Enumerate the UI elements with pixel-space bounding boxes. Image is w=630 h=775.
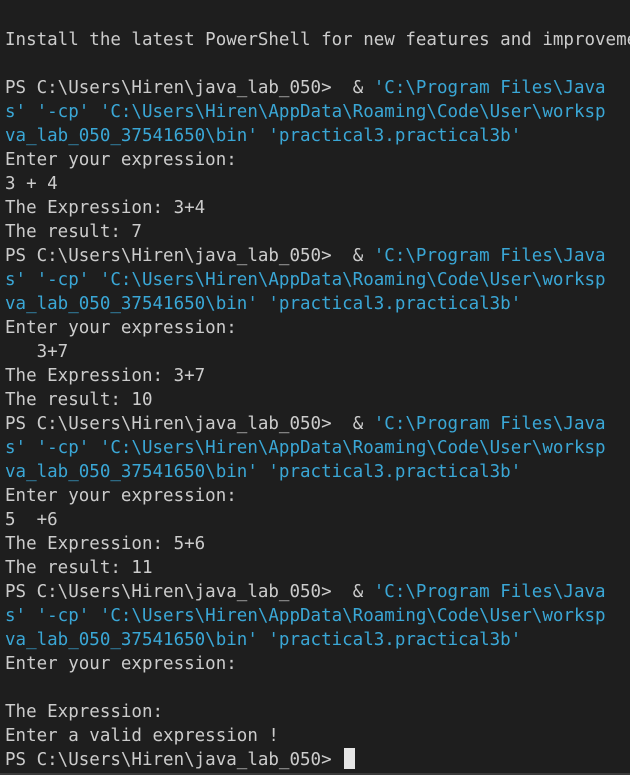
terminal-line-command-args: s' '-cp' 'C:\Users\Hiren\AppData\Roaming… [5,268,630,292]
terminal-line: Enter your expression: [5,654,237,674]
command-args: s' '-cp' 'C:\Users\Hiren\AppData\Roaming… [5,270,606,290]
terminal-line-command-args: va_lab_050_37541650\bin' 'practical3.pra… [5,628,630,652]
command-path: 'C:\Program Files\Java [373,582,606,602]
command-args: va_lab_050_37541650\bin' 'practical3.pra… [5,462,522,482]
terminal-line: The Expression: 3+7 [5,366,206,386]
terminal-line: Enter your expression: [5,150,237,170]
terminal-line: The Expression: 3+4 [5,198,206,218]
terminal-line: 5 +6 [5,510,58,530]
command-path: 'C:\Program Files\Java [373,246,606,266]
command-args: va_lab_050_37541650\bin' 'practical3.pra… [5,126,522,146]
command-path: 'C:\Program Files\Java [373,414,606,434]
terminal-line: Enter a valid expression ! [5,726,279,746]
text-cursor[interactable] [344,748,356,769]
command-path: 'C:\Program Files\Java [373,78,606,98]
terminal-line-command: PS C:\Users\Hiren\java_lab_050> & 'C:\Pr… [5,76,630,100]
shell-prompt: PS C:\Users\Hiren\java_lab_050> [5,750,343,770]
terminal-line: The result: 7 [5,222,142,242]
shell-prompt: PS C:\Users\Hiren\java_lab_050> [5,78,343,98]
terminal-line: The result: 11 [5,558,153,578]
call-operator: & [342,78,374,98]
call-operator: & [342,414,374,434]
terminal-line: Install the latest PowerShell for new fe… [5,30,630,50]
terminal-output: Install the latest PowerShell for new fe… [5,28,630,772]
terminal-line: 3 + 4 [5,174,58,194]
terminal-line-command-args: va_lab_050_37541650\bin' 'practical3.pra… [5,292,630,316]
terminal-line-command-args: va_lab_050_37541650\bin' 'practical3.pra… [5,460,630,484]
terminal-line: Enter your expression: [5,318,237,338]
terminal-line-command: PS C:\Users\Hiren\java_lab_050> & 'C:\Pr… [5,580,630,604]
terminal-line-command-args: s' '-cp' 'C:\Users\Hiren\AppData\Roaming… [5,436,630,460]
terminal-line-command: PS C:\Users\Hiren\java_lab_050> & 'C:\Pr… [5,412,630,436]
terminal-line-command: PS C:\Users\Hiren\java_lab_050> & 'C:\Pr… [5,244,630,268]
command-args: va_lab_050_37541650\bin' 'practical3.pra… [5,294,522,314]
terminal-line-command-args: va_lab_050_37541650\bin' 'practical3.pra… [5,124,630,148]
command-args: s' '-cp' 'C:\Users\Hiren\AppData\Roaming… [5,438,606,458]
shell-prompt: PS C:\Users\Hiren\java_lab_050> [5,582,343,602]
command-args: s' '-cp' 'C:\Users\Hiren\AppData\Roaming… [5,606,606,626]
call-operator: & [342,582,374,602]
terminal-input-line: PS C:\Users\Hiren\java_lab_050> [5,748,630,772]
terminal-line: The Expression: 5+6 [5,534,206,554]
command-args: va_lab_050_37541650\bin' 'practical3.pra… [5,630,522,650]
terminal-line: The result: 10 [5,390,153,410]
terminal-line: Enter your expression: [5,486,237,506]
terminal-line: The Expression: [5,702,164,722]
call-operator: & [342,246,374,266]
terminal-line-command-args: s' '-cp' 'C:\Users\Hiren\AppData\Roaming… [5,100,630,124]
command-args: s' '-cp' 'C:\Users\Hiren\AppData\Roaming… [5,102,606,122]
terminal-panel[interactable]: Install the latest PowerShell for new fe… [0,0,630,775]
terminal-line: 3+7 [5,342,69,362]
shell-prompt: PS C:\Users\Hiren\java_lab_050> [5,246,343,266]
shell-prompt: PS C:\Users\Hiren\java_lab_050> [5,414,343,434]
terminal-line-command-args: s' '-cp' 'C:\Users\Hiren\AppData\Roaming… [5,604,630,628]
